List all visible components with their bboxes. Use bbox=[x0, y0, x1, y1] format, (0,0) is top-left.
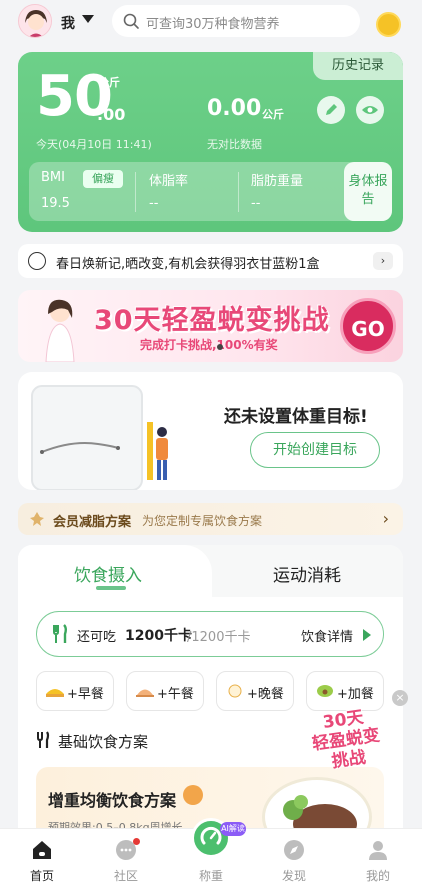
girl-illustration bbox=[45, 299, 75, 362]
coin-icon[interactable] bbox=[376, 12, 401, 37]
carousel-indicator bbox=[217, 344, 223, 350]
member-plan-title: 会员减脂方案 bbox=[53, 515, 132, 530]
user-menu-label[interactable]: 我 bbox=[61, 13, 75, 33]
history-button[interactable]: 历史记录 bbox=[313, 52, 403, 80]
meal-label: +晚餐 bbox=[247, 687, 284, 702]
calorie-remaining-bar[interactable]: 还可吃 1200千卡 /1200千卡 饮食详情 bbox=[36, 611, 384, 657]
caret-down-icon[interactable] bbox=[82, 15, 94, 23]
floating-challenge-badge[interactable]: 30天 轻盈蜕变 挑战 bbox=[304, 700, 400, 786]
diet-card: 饮食摄入 运动消耗 还可吃 1200千卡 /1200千卡 饮食详情 +早餐 +午… bbox=[18, 545, 403, 845]
bmi-status-badge: 偏瘦 bbox=[83, 170, 123, 188]
floating-badge-text: 30天 轻盈蜕变 挑战 bbox=[308, 706, 384, 775]
go-button[interactable]: GO bbox=[340, 298, 396, 354]
compare-note: 无对比数据 bbox=[207, 138, 262, 151]
tab-discover[interactable]: 发现 bbox=[264, 837, 324, 883]
plan-title: 增重均衡饮食方案 bbox=[48, 791, 177, 810]
search-input[interactable]: 可查询30万种食物营养 bbox=[112, 5, 360, 37]
clipboard-illustration bbox=[31, 385, 168, 490]
banner-title: 30天轻盈蜕变挑战 bbox=[94, 305, 330, 336]
edit-button[interactable] bbox=[317, 96, 345, 124]
tab-exercise[interactable]: 运动消耗 bbox=[273, 561, 341, 586]
member-plan-bar[interactable]: 会员减脂方案 为您定制专属饮食方案 › bbox=[18, 503, 403, 535]
notice-bar[interactable]: 春日焕新记,晒改变,有机会获得羽衣甘蓝粉1盒 › bbox=[18, 244, 403, 278]
remain-total: /1200千卡 bbox=[187, 630, 251, 645]
chevron-right-icon: › bbox=[382, 509, 389, 528]
notice-text: 春日焕新记,晒改变,有机会获得羽衣甘蓝粉1盒 bbox=[56, 257, 320, 272]
lunch-icon bbox=[136, 689, 154, 697]
tab-indicator bbox=[96, 586, 126, 590]
tab-community[interactable]: 社区 bbox=[96, 837, 156, 883]
avatar-illustration bbox=[19, 5, 51, 37]
tab-diet-intake[interactable]: 饮食摄入 bbox=[74, 561, 142, 586]
remain-value: 1200千卡 bbox=[125, 628, 192, 644]
tab-label: 称重 bbox=[198, 869, 223, 883]
weight-card: 历史记录 50 公斤 .00 今天(04月10日 11:41) 0.00 公斤 … bbox=[18, 52, 403, 232]
weight-decimal: .00 bbox=[97, 105, 126, 124]
challenge-banner[interactable]: 30天轻盈蜕变挑战 完成打卡挑战,100%有奖 GO bbox=[18, 290, 403, 362]
tab-label: 首页 bbox=[29, 869, 54, 883]
home-icon bbox=[33, 841, 51, 859]
divider bbox=[135, 172, 136, 212]
eye-icon bbox=[362, 106, 378, 114]
play-arrow-icon bbox=[363, 629, 371, 641]
visibility-button[interactable] bbox=[356, 96, 384, 124]
dinner-icon bbox=[228, 684, 242, 698]
fork-knife-icon bbox=[37, 731, 50, 748]
meal-label: +午餐 bbox=[157, 687, 194, 702]
tab-label: 发现 bbox=[281, 869, 306, 883]
compass-icon bbox=[284, 840, 304, 860]
weight-goal-card: 还未设置体重目标! 开始创建目标 bbox=[18, 372, 403, 490]
compare-value: 0.00 bbox=[207, 96, 262, 121]
meal-label: +早餐 bbox=[67, 687, 104, 702]
tab-label: 社区 bbox=[113, 869, 138, 883]
fat-weight-label: 脂肪重量 bbox=[251, 174, 304, 189]
weight-unit: 公斤 bbox=[98, 76, 120, 89]
create-goal-button[interactable]: 开始创建目标 bbox=[250, 432, 380, 468]
bmi-value: 19.5 bbox=[41, 196, 70, 211]
crown-icon bbox=[183, 785, 203, 805]
breakfast-icon bbox=[46, 689, 64, 697]
top-bar: 我 可查询30万种食物营养 bbox=[0, 0, 422, 48]
fat-weight-value: -- bbox=[251, 196, 261, 211]
search-icon bbox=[123, 13, 139, 29]
pencil-icon bbox=[326, 104, 337, 115]
speaker-icon bbox=[28, 252, 46, 270]
body-fat-value: -- bbox=[149, 196, 159, 211]
weigh-date: 今天(04月10日 11:41) bbox=[36, 138, 152, 151]
snack-icon bbox=[317, 685, 333, 697]
leaf-icon bbox=[30, 512, 44, 526]
avatar[interactable] bbox=[18, 4, 52, 38]
search-placeholder: 可查询30万种食物营养 bbox=[146, 17, 280, 32]
notification-dot bbox=[133, 838, 140, 845]
divider bbox=[238, 172, 239, 212]
diet-detail-link[interactable]: 饮食详情 bbox=[301, 626, 353, 645]
goal-empty-text: 还未设置体重目标! bbox=[224, 407, 368, 427]
banner-subtitle: 完成打卡挑战,100%有奖 bbox=[140, 338, 278, 352]
add-breakfast-button[interactable]: +早餐 bbox=[36, 671, 114, 711]
ai-badge: AI解读 bbox=[220, 822, 246, 836]
remain-label: 还可吃 bbox=[77, 630, 117, 645]
body-fat-label: 体脂率 bbox=[149, 174, 189, 189]
body-metrics: BMI 偏瘦 19.5 体脂率 -- 脂肪重量 -- 身体报告 bbox=[29, 162, 392, 221]
tab-label: 我的 bbox=[365, 869, 390, 883]
add-lunch-button[interactable]: +午餐 bbox=[126, 671, 204, 711]
tab-home[interactable]: 首页 bbox=[12, 837, 72, 883]
member-plan-subtitle: 为您定制专属饮食方案 bbox=[142, 514, 263, 528]
tab-mine[interactable]: 我的 bbox=[348, 837, 408, 883]
bmi-label: BMI bbox=[41, 170, 65, 185]
plan-section-title: 基础饮食方案 bbox=[58, 733, 149, 751]
person-icon bbox=[369, 841, 387, 860]
fork-knife-icon bbox=[53, 624, 67, 643]
add-dinner-button[interactable]: +晚餐 bbox=[216, 671, 294, 711]
chevron-right-icon[interactable]: › bbox=[373, 252, 393, 270]
body-report-button[interactable]: 身体报告 bbox=[344, 162, 392, 221]
compare-unit: 公斤 bbox=[262, 108, 284, 121]
